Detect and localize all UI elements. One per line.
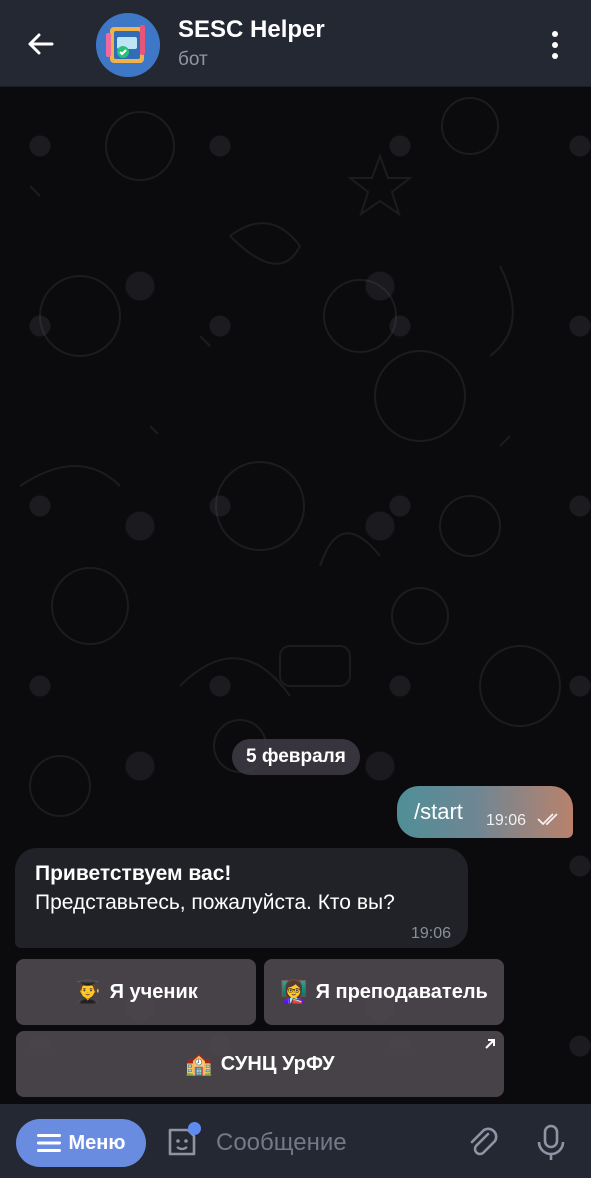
message-time: 19:06 [486,812,527,829]
sunc-urfu-link-button[interactable]: 🏫 СУНЦ УрФУ [16,1031,504,1097]
menu-icon [36,1134,61,1152]
chat-title[interactable]: SESC Helper [178,16,325,44]
more-options-button[interactable] [536,24,574,66]
message-time: 19:06 [410,925,451,942]
bot-menu-button[interactable]: Меню [16,1119,146,1167]
message-text: /start [414,799,463,824]
double-check-icon [537,813,558,826]
button-label: Я преподаватель [315,980,488,1003]
message-text: Представьтесь, пожалуйста. Кто вы? [35,891,395,914]
microphone-icon[interactable] [536,1124,566,1162]
student-button[interactable]: 👨‍🎓 Я ученик [16,959,256,1025]
back-button[interactable] [18,22,62,66]
bot-avatar[interactable] [96,13,160,77]
external-link-arrow-icon [485,1039,495,1049]
outgoing-message[interactable]: /start 19:06 [397,786,573,838]
new-stickers-dot [188,1122,201,1135]
menu-label: Меню [68,1131,126,1154]
notebook-avatar-icon [96,13,160,77]
school-emoji-icon: 🏫 [185,1051,213,1077]
button-label: СУНЦ УрФУ [220,1052,335,1075]
composer-bar: Меню [0,1104,591,1178]
attach-icon[interactable] [466,1124,500,1160]
teacher-button[interactable]: 👩‍🏫 Я преподаватель [264,959,504,1025]
incoming-message[interactable]: Приветствуем вас! Представьтесь, пожалуй… [15,848,468,948]
button-label: Я ученик [109,980,198,1003]
chat-wallpaper [0,86,591,1104]
arrow-left-icon [28,33,54,55]
teacher-emoji-icon: 👩‍🏫 [280,979,308,1005]
message-input[interactable] [216,1126,436,1160]
student-emoji-icon: 👨‍🎓 [74,979,102,1005]
more-vertical-icon [552,31,558,37]
chat-header: SESC Helper бот [0,0,591,86]
chat-subtitle: бот [178,49,208,70]
message-heading: Приветствуем вас! [35,862,232,885]
date-separator: 5 февраля [232,739,360,775]
